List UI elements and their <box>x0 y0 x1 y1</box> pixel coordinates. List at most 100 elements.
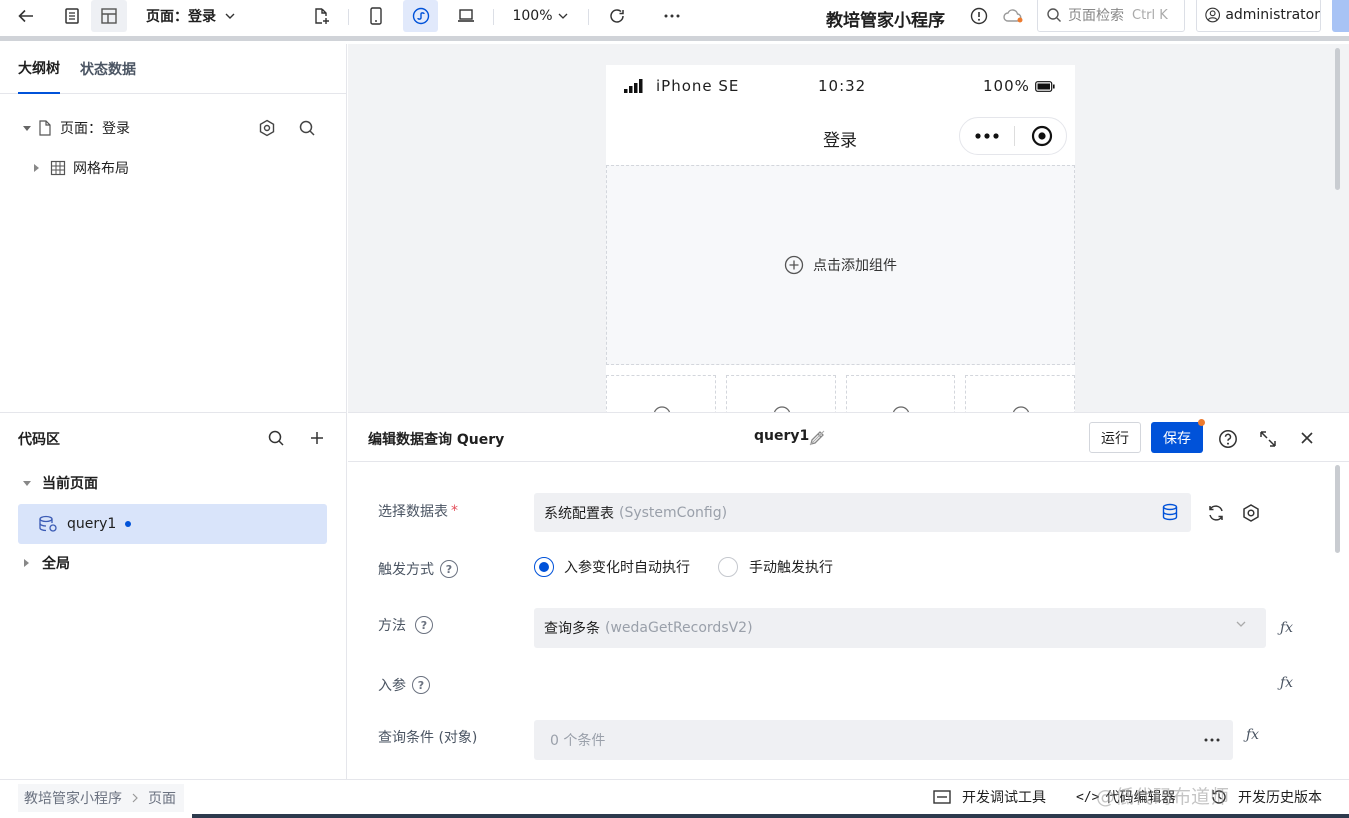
phone-frame: iPhone SE 10:32 100% 登录 点击添加组件 <box>606 65 1075 412</box>
history-label: 开发历史版本 <box>1238 790 1322 806</box>
chevron-down-icon <box>558 13 567 19</box>
editor-title: 编辑数据查询 Query <box>368 432 505 448</box>
query-item-query1[interactable]: query1 <box>18 504 327 544</box>
outline-view-button[interactable] <box>56 0 88 32</box>
zoom-selector[interactable]: 100% <box>512 0 568 32</box>
breadcrumb-app[interactable]: 教培管家小程序 <box>24 788 122 808</box>
help-icon[interactable]: ? <box>412 676 430 694</box>
rename-button[interactable] <box>808 429 826 447</box>
page-settings-button[interactable] <box>258 119 276 137</box>
code-area-title: 代码区 <box>18 432 60 448</box>
add-query-button[interactable] <box>308 429 326 447</box>
grid-cell[interactable] <box>846 375 955 412</box>
query-name[interactable]: query1 <box>754 428 809 444</box>
add-file-icon <box>315 8 329 24</box>
datasource-settings-button[interactable] <box>1241 503 1261 523</box>
history-button[interactable]: 开发历史版本 <box>1210 787 1322 807</box>
editor-scrollbar[interactable] <box>1335 465 1340 553</box>
params-label-row: 入参 ? <box>378 675 430 695</box>
laptop-icon <box>458 9 474 22</box>
grid-cell[interactable] <box>965 375 1075 412</box>
trigger-label-row: 触发方式 ? <box>378 559 458 579</box>
caret-down-icon <box>23 481 31 486</box>
breadcrumb-page[interactable]: 页面 <box>148 788 176 808</box>
outline-search-button[interactable] <box>298 119 316 137</box>
grid-cell[interactable] <box>726 375 836 412</box>
condition-input[interactable]: 0 个条件 <box>534 720 1233 760</box>
params-fx-button[interactable]: ƒx <box>1280 675 1293 691</box>
tree-node-page[interactable]: 页面：登录 <box>22 114 332 142</box>
code-group-current-page[interactable]: 当前页面 <box>22 469 98 497</box>
close-target-icon <box>1031 125 1053 147</box>
expand-button[interactable] <box>1258 429 1278 449</box>
page-selector-label: 页面：登录 <box>146 9 216 25</box>
datasource-select[interactable]: 系统配置表 (SystemConfig) <box>534 493 1191 532</box>
save-button[interactable]: 保存 <box>1151 422 1203 453</box>
radio-checked[interactable] <box>534 557 554 577</box>
outline-panel: 大纲树 状态数据 页面：登录 网格布局 <box>0 44 347 412</box>
condition-fx-button[interactable]: ƒx <box>1246 727 1259 743</box>
user-menu[interactable]: administrator <box>1196 0 1321 32</box>
tree-node-label: 网格布局 <box>73 161 129 177</box>
info-button[interactable] <box>967 0 991 32</box>
tree-node-grid[interactable]: 网格布局 <box>32 154 129 182</box>
top-toolbar: 页面：登录 100% 教培管家小程序 页面检索 Ctrl K administr… <box>0 0 1349 36</box>
code-search-button[interactable] <box>267 429 285 447</box>
code-group-global[interactable]: 全局 <box>22 549 70 577</box>
plus-circle-icon <box>784 255 804 275</box>
help-icon[interactable]: ? <box>440 560 458 578</box>
caret-right-icon <box>24 559 29 567</box>
battery-percent: 100% <box>983 77 1030 95</box>
trigger-option-auto[interactable]: 入参变化时自动执行 <box>534 557 690 577</box>
cloud-sync-button[interactable] <box>1000 0 1026 32</box>
query-item-label: query1 <box>67 516 117 532</box>
canvas-scrollbar[interactable] <box>1335 48 1340 190</box>
breadcrumb: 教培管家小程序 页面 <box>18 784 184 812</box>
close-editor-button[interactable] <box>1299 430 1315 446</box>
help-icon[interactable]: ? <box>415 616 433 634</box>
desktop-preview-button[interactable] <box>453 0 479 32</box>
code-editor-button[interactable]: </> 代码编辑器 <box>1076 787 1175 807</box>
signal-icon <box>624 79 643 93</box>
required-mark: * <box>451 503 458 519</box>
trigger-option-manual[interactable]: 手动触发执行 <box>718 557 833 577</box>
field-label: 选择数据表 <box>378 504 448 520</box>
editor-header: 编辑数据查询 Query query1 运行 保存 <box>348 413 1349 462</box>
back-button[interactable] <box>12 0 40 32</box>
more-icon <box>975 133 999 139</box>
code-editor-label: 代码编辑器 <box>1105 790 1176 806</box>
devtools-icon <box>933 790 951 804</box>
method-value: 查询多条 <box>544 621 600 637</box>
radio-unchecked[interactable] <box>718 557 738 577</box>
method-fx-button[interactable]: ƒx <box>1280 620 1293 636</box>
tab-state-data[interactable]: 状态数据 <box>80 44 136 94</box>
datasource-refresh-button[interactable] <box>1206 503 1226 523</box>
page-selector[interactable]: 页面：登录 <box>146 0 246 32</box>
publish-button[interactable] <box>1332 0 1349 32</box>
grid-cell[interactable] <box>606 375 716 412</box>
more-button[interactable] <box>658 0 686 32</box>
layout-view-button[interactable] <box>91 0 127 32</box>
plus-icon <box>311 432 323 444</box>
close-icon <box>1301 432 1313 444</box>
method-select[interactable]: 查询多条 (wedaGetRecordsV2) <box>534 608 1266 648</box>
search-shortcut: Ctrl K <box>1132 7 1168 23</box>
datasource-label-row: 选择数据表 * <box>378 501 458 521</box>
add-page-button[interactable] <box>308 0 334 32</box>
more-icon[interactable] <box>1203 737 1221 743</box>
run-button[interactable]: 运行 <box>1089 422 1141 453</box>
help-button[interactable] <box>1218 429 1238 449</box>
divider-bar <box>0 36 1349 41</box>
add-component-slot[interactable]: 点击添加组件 <box>606 165 1075 365</box>
search-placeholder: 页面检索 <box>1068 8 1124 24</box>
page-search-input[interactable]: 页面检索 Ctrl K <box>1037 0 1185 32</box>
mobile-preview-button[interactable] <box>364 0 388 32</box>
refresh-button[interactable] <box>604 0 630 32</box>
chevron-down-icon <box>225 13 235 19</box>
user-name: administrator <box>1225 7 1320 23</box>
condition-value: 0 个条件 <box>550 733 606 749</box>
devtools-button[interactable]: 开发调试工具 <box>933 787 1046 807</box>
capsule-button[interactable] <box>959 117 1067 155</box>
miniprogram-preview-button[interactable] <box>403 0 438 32</box>
tab-outline[interactable]: 大纲树 <box>18 44 60 94</box>
